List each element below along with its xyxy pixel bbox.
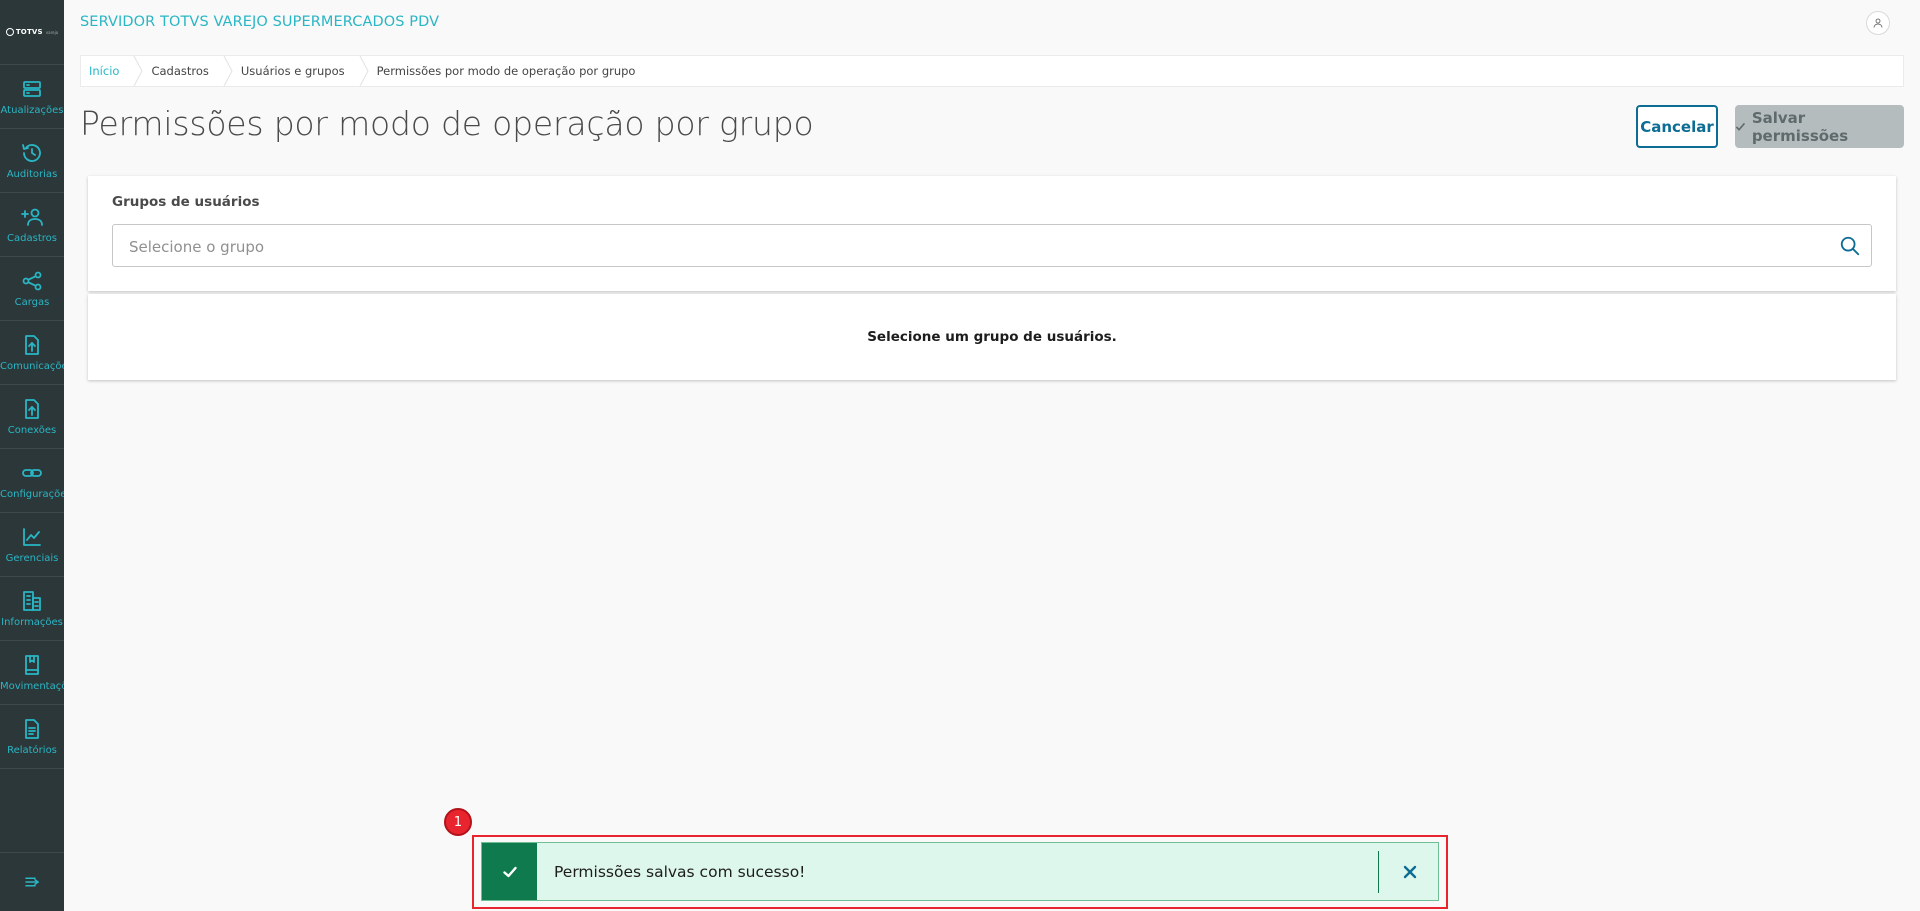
toast-close-button[interactable] <box>1399 861 1421 883</box>
group-search-field <box>112 224 1872 268</box>
building-icon <box>23 591 41 611</box>
breadcrumb-item-cadastros[interactable]: Cadastros <box>143 56 222 86</box>
group-search-input[interactable] <box>113 225 1831 268</box>
file-upload-icon <box>25 335 39 355</box>
sidebar-item-auditorias[interactable]: Auditorias <box>0 129 64 193</box>
user-profile-button[interactable] <box>1866 11 1890 35</box>
user-icon <box>1873 18 1883 28</box>
empty-state-message: Selecione um grupo de usuários. <box>867 329 1117 345</box>
document-icon <box>25 719 39 739</box>
sidebar-item-cadastros[interactable]: Cadastros <box>0 193 64 257</box>
toast-divider <box>1378 850 1379 893</box>
breadcrumb-item-current: Permissões por modo de operação por grup… <box>376 64 636 78</box>
sidebar-item-comunicacoes[interactable]: Comunicações <box>0 321 64 385</box>
empty-state-panel: Selecione um grupo de usuários. <box>88 294 1896 380</box>
breadcrumb-separator-icon <box>133 56 144 86</box>
groups-panel: Grupos de usuários <box>88 176 1896 291</box>
sidebar-item-label: Cargas <box>14 297 50 308</box>
toast-message: Permissões salvas com sucesso! <box>554 862 806 881</box>
sidebar-item-label: Conexões <box>7 425 57 436</box>
sidebar-item-label: Cadastros <box>7 233 57 244</box>
app-title: SERVIDOR TOTVS VAREJO SUPERMERCADOS PDV <box>80 14 440 30</box>
logo-subtext: varejo <box>45 29 59 35</box>
cancel-button[interactable]: Cancelar <box>1636 105 1718 148</box>
server-icon <box>23 81 41 97</box>
sidebar-item-conexoes[interactable]: Conexões <box>0 385 64 449</box>
success-toast: Permissões salvas com sucesso! <box>481 842 1439 901</box>
file-upload-icon <box>25 399 39 419</box>
breadcrumb: Início Cadastros Usuários e grupos Permi… <box>80 55 1904 87</box>
sidebar-item-configuracoes[interactable]: Configurações <box>0 449 64 513</box>
sidebar-collapse-button[interactable] <box>0 852 64 911</box>
menu-collapse-icon <box>25 877 40 887</box>
close-icon <box>1403 865 1417 878</box>
sidebar-item-label: Informações <box>1 617 63 628</box>
history-icon <box>22 144 41 162</box>
sidebar-item-label: Comunicações <box>0 361 64 372</box>
sidebar-item-relatorios[interactable]: Relatórios <box>0 705 64 769</box>
sidebar-item-label: Movimentações <box>0 681 64 692</box>
sidebar-item-cargas[interactable]: Cargas <box>0 257 64 321</box>
sidebar-item-informacoes[interactable]: Informações <box>0 577 64 641</box>
sidebar-item-label: Relatórios <box>7 745 57 756</box>
save-permissions-button[interactable]: Salvar permissões <box>1735 105 1904 148</box>
user-add-icon <box>21 208 43 226</box>
check-icon <box>502 866 517 877</box>
breadcrumb-separator-icon <box>223 56 233 86</box>
breadcrumb-item-usuarios-grupos[interactable]: Usuários e grupos <box>233 56 359 86</box>
page-title: Permissões por modo de operação por grup… <box>80 104 814 143</box>
sidebar-item-movimentacoes[interactable]: Movimentações <box>0 641 64 705</box>
share-icon <box>22 271 42 291</box>
sidebar-item-label: Atualizações <box>0 105 64 116</box>
groups-field-label: Grupos de usuários <box>112 194 260 210</box>
annotation-marker: 1 <box>444 808 472 836</box>
book-icon <box>25 655 39 675</box>
logo-text: TOTVS <box>15 28 43 36</box>
check-icon <box>1735 122 1746 131</box>
sidebar-item-label: Configurações <box>0 489 64 500</box>
sidebar-item-atualizacoes[interactable]: Atualizações <box>0 65 64 129</box>
logo-mark-icon <box>5 28 14 36</box>
breadcrumb-item-inicio[interactable]: Início <box>81 56 133 86</box>
sidebar-item-label: Auditorias <box>6 169 58 180</box>
sidebar: TOTVS varejo Atualizações Auditorias Cad… <box>0 0 64 911</box>
logo: TOTVS varejo <box>0 0 64 65</box>
search-icon[interactable] <box>1839 235 1861 257</box>
sidebar-item-gerenciais[interactable]: Gerenciais <box>0 513 64 577</box>
save-permissions-label: Salvar permissões <box>1751 108 1849 145</box>
breadcrumb-separator-icon <box>359 56 369 86</box>
sidebar-item-label: Gerenciais <box>5 553 59 564</box>
chart-icon <box>23 528 41 546</box>
toast-status <box>482 843 537 900</box>
link-icon <box>22 469 42 477</box>
